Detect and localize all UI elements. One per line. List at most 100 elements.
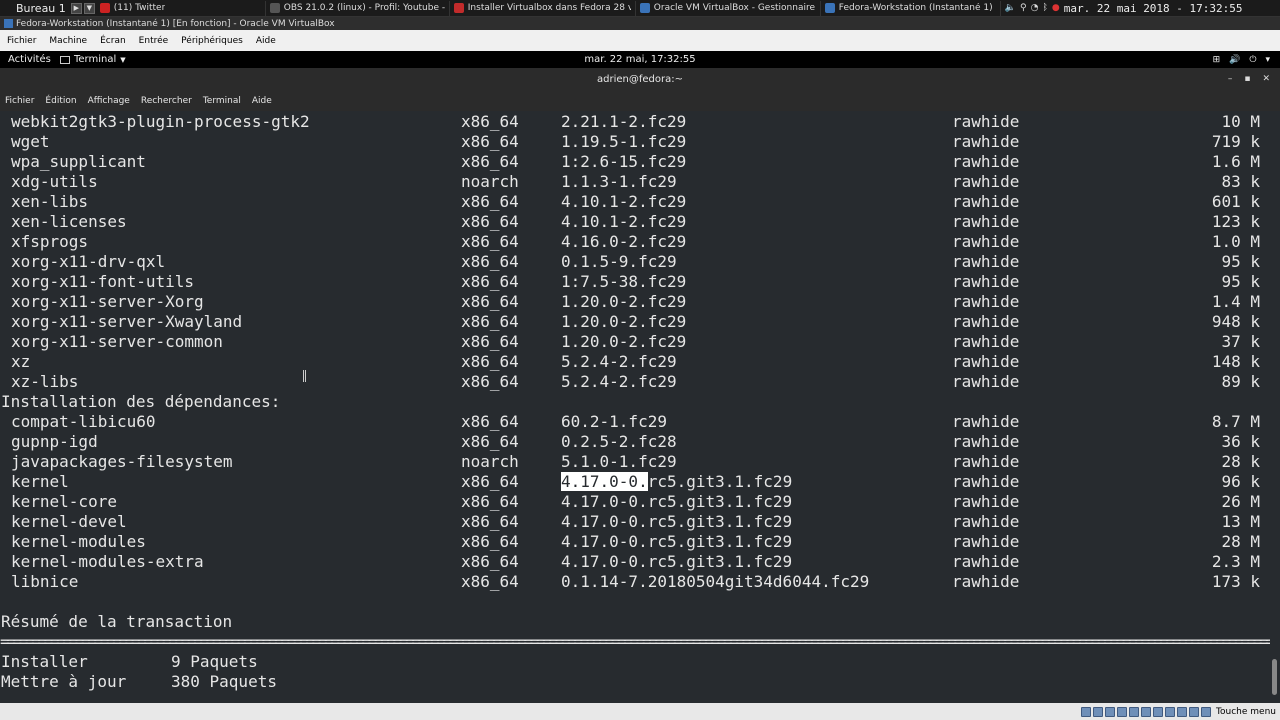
package-name: xorg-x11-server-Xwayland	[11, 312, 243, 331]
terminal-menu-rechercher[interactable]: Rechercher	[141, 96, 192, 106]
package-version: 4.17.0-0.rc5.git3.1.fc29	[561, 532, 793, 551]
terminal-menu-fichier[interactable]: Fichier	[5, 96, 34, 106]
minimize-icon[interactable]: –	[1228, 74, 1233, 84]
package-arch: x86_64	[461, 212, 519, 231]
package-name: wpa_supplicant	[11, 152, 146, 171]
package-repo: rawhide	[952, 172, 1020, 191]
host-task[interactable]: Installer Virtualbox dans Fedora 28 via …	[450, 0, 636, 16]
package-version: 0.2.5-2.fc28	[561, 432, 677, 451]
network-adapter-icon[interactable]	[1117, 706, 1128, 717]
mouse-integration-icon[interactable]	[1189, 706, 1200, 717]
workspace-label[interactable]: Bureau 1	[0, 2, 70, 15]
vbox-menu-aide[interactable]: Aide	[256, 36, 276, 46]
optical-drive-icon[interactable]	[1093, 706, 1104, 717]
deps-heading: Installation des dépendances:	[1, 392, 281, 411]
shared-folder-icon[interactable]	[1141, 706, 1152, 717]
virtualization-icon[interactable]	[1177, 706, 1188, 717]
play-icon[interactable]: ▶	[70, 2, 82, 14]
network-icon: ⊞	[1212, 54, 1221, 65]
package-size: 8.7 M	[1211, 412, 1260, 431]
package-version: 1.1.3-1.fc29	[561, 172, 677, 191]
gnome-topbar: Activités Terminal ▼ mar. 22 mai, 17:32:…	[0, 51, 1280, 68]
host-task[interactable]: Fedora-Workstation (Instantané 1) [En fo	[821, 0, 1001, 16]
terminal-output[interactable]: webkit2gtk3-plugin-process-gtk2 x86_64 2.2…	[0, 111, 1280, 703]
gnome-clock[interactable]: mar. 22 mai, 17:32:55	[584, 54, 695, 65]
terminal-menubar: Fichier Édition Affichage Rechercher Termina…	[0, 91, 1280, 111]
gnome-clock-wrap: mar. 22 mai, 17:32:55	[0, 54, 1280, 65]
terminal-scrollbar[interactable]	[1272, 659, 1277, 695]
summary-row: Mettre à jour 380 Paquets	[0, 672, 1270, 692]
package-arch: x86_64	[461, 372, 519, 391]
chevron-down-icon[interactable]: ▼	[83, 2, 95, 14]
package-arch: x86_64	[461, 332, 519, 351]
close-icon[interactable]: ✕	[1262, 74, 1270, 84]
package-repo: rawhide	[952, 432, 1020, 451]
package-name: xorg-x11-server-common	[11, 332, 223, 351]
package-row: compat-libicu60 x86_64 60.2-1.fc29 rawhide 8…	[0, 412, 1270, 432]
package-arch: x86_64	[461, 272, 519, 291]
package-name: kernel-modules-extra	[11, 552, 204, 571]
package-version: 1.20.0-2.fc29	[561, 312, 687, 331]
volume-icon[interactable]: 🔈	[1005, 3, 1016, 13]
summary-count: 380 Paquets	[171, 672, 277, 691]
vbox-title: Fedora-Workstation (Instantané 1) [En fo…	[16, 18, 335, 29]
package-version: 4.17.0-0.rc5.git3.1.fc29	[561, 512, 793, 531]
app-menu[interactable]: Terminal ▼	[60, 54, 126, 65]
package-repo: rawhide	[952, 452, 1020, 471]
bluetooth-icon[interactable]: ᛒ	[1042, 3, 1047, 13]
power-icon: ⏻	[1249, 54, 1257, 65]
package-size: 95 k	[1221, 252, 1260, 271]
package-arch: x86_64	[461, 152, 519, 171]
package-version: 5.1.0-1.fc29	[561, 452, 677, 471]
package-name: webkit2gtk3-plugin-process-gtk2	[11, 112, 310, 131]
package-version: 4.10.1-2.fc29	[561, 212, 687, 231]
host-task[interactable]: Oracle VM VirtualBox - Gestionnaire de m	[636, 0, 821, 16]
terminal-menu-aide[interactable]: Aide	[252, 96, 272, 106]
virtualbox-icon	[639, 3, 650, 13]
section-heading: Résumé de la transaction	[0, 612, 1270, 632]
package-version-rest: rc5.git3.1.fc29	[647, 472, 793, 491]
host-task[interactable]: OBS 21.0.2 (linux) - Profil: Youtube - S…	[266, 0, 450, 16]
package-arch: x86_64	[461, 252, 519, 271]
hard-disk-icon[interactable]	[1081, 706, 1092, 717]
terminal-menu-affichage[interactable]: Affichage	[88, 96, 130, 106]
audio-icon[interactable]	[1105, 706, 1116, 717]
package-name: wget	[11, 132, 50, 151]
terminal-menu-édition[interactable]: Édition	[45, 96, 76, 106]
package-name: kernel-devel	[11, 512, 127, 531]
host-task-label: Installer Virtualbox dans Fedora 28 via …	[467, 3, 631, 13]
host-clock[interactable]: mar. 22 mai 2018 - 17:32:55	[1064, 2, 1249, 15]
recording-icon[interactable]: ●	[1052, 3, 1060, 13]
package-version: 2.21.1-2.fc29	[561, 112, 687, 131]
host-task-label: (11) Twitter	[113, 3, 166, 13]
gnome-system-tray[interactable]: ⊞ 🔊 ⏻ ▾	[1213, 55, 1270, 65]
package-repo: rawhide	[952, 132, 1020, 151]
maximize-icon[interactable]: ▪	[1244, 74, 1250, 84]
usb-icon[interactable]	[1129, 706, 1140, 717]
vbox-menu-entrée[interactable]: Entrée	[139, 36, 169, 46]
package-repo: rawhide	[952, 192, 1020, 211]
package-version: 1:7.5-38.fc29	[561, 272, 687, 291]
package-version: 60.2-1.fc29	[561, 412, 667, 431]
package-name: xen-libs	[11, 192, 89, 211]
package-arch: x86_64	[461, 552, 519, 571]
package-size: 26 M	[1221, 492, 1260, 511]
terminal-menu-terminal[interactable]: Terminal	[203, 96, 241, 106]
activities-button[interactable]: Activités	[0, 54, 60, 65]
host-task[interactable]: (11) Twitter	[96, 0, 266, 16]
package-name: kernel	[11, 472, 69, 491]
vbox-menu-machine[interactable]: Machine	[49, 36, 87, 46]
vbox-menu-périphériques[interactable]: Périphériques	[181, 36, 243, 46]
location-icon[interactable]: ⚲	[1020, 3, 1027, 13]
display-icon[interactable]	[1153, 706, 1164, 717]
package-name: kernel-core	[11, 492, 117, 511]
package-name: xorg-x11-font-utils	[11, 272, 195, 291]
network-icon[interactable]: ◔	[1031, 3, 1039, 13]
keyboard-capture-icon[interactable]	[1201, 706, 1212, 717]
package-repo: rawhide	[952, 232, 1020, 251]
package-version: 4.17.0-0.rc5.git3.1.fc29	[561, 472, 792, 492]
video-capture-icon[interactable]	[1165, 706, 1176, 717]
package-repo: rawhide	[952, 112, 1020, 131]
vbox-menu-fichier[interactable]: Fichier	[7, 36, 36, 46]
vbox-menu-écran[interactable]: Écran	[100, 36, 126, 46]
